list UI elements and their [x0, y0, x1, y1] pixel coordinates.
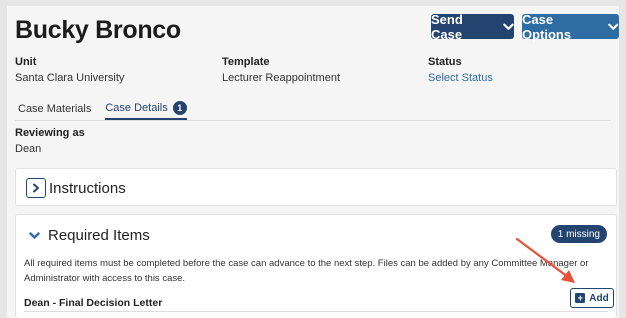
- plus-square-icon: +: [575, 293, 586, 303]
- chevron-down-icon[interactable]: [29, 232, 40, 240]
- chevron-down-icon: [503, 23, 514, 30]
- instructions-expand-button[interactable]: [26, 178, 46, 198]
- template-value: Lecturer Reappointment: [222, 72, 341, 84]
- tabs-divider: [15, 120, 611, 121]
- case-options-label: Case Options: [522, 11, 572, 42]
- case-options-button[interactable]: Case Options: [522, 11, 619, 42]
- add-button-label: Add: [589, 292, 609, 304]
- chevron-down-icon: [608, 23, 619, 30]
- reviewing-as-label: Reviewing as: [15, 127, 85, 139]
- reviewing-as-value: Dean: [15, 143, 42, 155]
- tab-case-materials[interactable]: Case Materials: [18, 98, 91, 120]
- unit-value: Santa Clara University: [15, 72, 125, 84]
- tab-label: Case Materials: [18, 103, 92, 115]
- item-divider: [24, 311, 608, 312]
- add-item-button[interactable]: + Add: [570, 288, 614, 308]
- unit-label: Unit: [15, 56, 37, 68]
- status-label: Status: [428, 56, 462, 68]
- select-status-link[interactable]: Select Status: [428, 72, 493, 84]
- instructions-title[interactable]: Instructions: [49, 180, 126, 197]
- case-tabs: Case Materials Case Details 1: [18, 98, 187, 120]
- required-item-label: Dean - Final Decision Letter: [24, 297, 163, 309]
- annotation-arrow-icon: [515, 237, 575, 283]
- send-case-label: Send Case: [431, 11, 463, 42]
- tab-count-badge: 1: [172, 101, 187, 115]
- tab-label: Case Details: [105, 102, 168, 114]
- tab-case-details[interactable]: Case Details 1: [105, 98, 187, 120]
- chevron-right-icon: [33, 183, 39, 193]
- template-label: Template: [222, 56, 270, 68]
- page-title: Bucky Bronco: [15, 16, 181, 44]
- send-case-button[interactable]: Send Case: [431, 11, 514, 42]
- instructions-panel: Instructions: [15, 168, 617, 206]
- required-items-title[interactable]: Required Items: [48, 227, 150, 244]
